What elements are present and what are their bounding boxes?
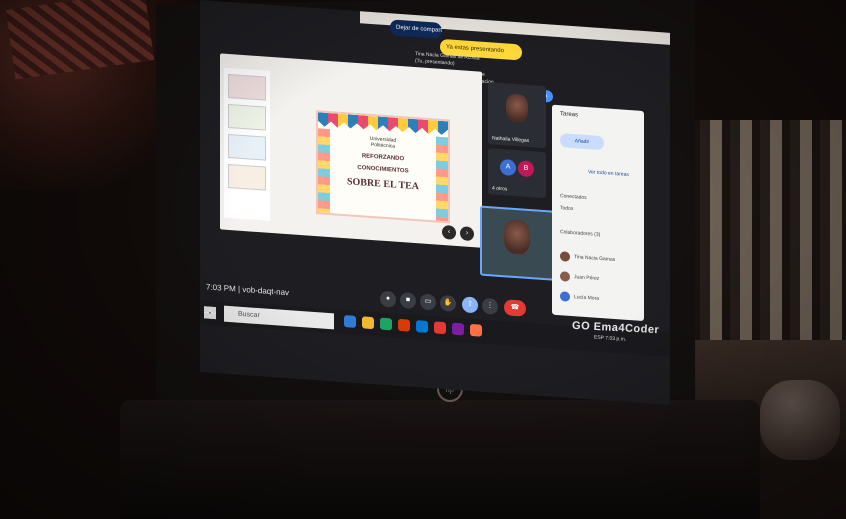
slide-title-line1: REFORZANDO xyxy=(361,153,405,163)
windows-start-icon[interactable] xyxy=(204,306,216,320)
laptop-screen: Dejar de compartir Ya estas presentando … xyxy=(200,0,670,405)
panel-section: Colaboradores (3) xyxy=(560,229,601,238)
office-icon[interactable] xyxy=(398,318,410,332)
panel-section-sub: Todos xyxy=(560,205,574,213)
blurred-object xyxy=(760,380,840,460)
raise-hand-icon[interactable]: ✋ xyxy=(440,294,456,312)
person-name: Tina Nacia Gamas xyxy=(574,254,616,264)
slide-thumbnail[interactable] xyxy=(228,73,266,101)
photo-scene: hp Dejar de compartir Ya estas presentan… xyxy=(0,0,846,519)
edge-icon[interactable] xyxy=(344,315,356,328)
meeting-time-code: 7:03 PM | vob-daqt-nav xyxy=(206,282,290,298)
file-explorer-icon[interactable] xyxy=(362,316,374,330)
avatar xyxy=(560,271,570,282)
avatar xyxy=(560,291,570,302)
app-icon[interactable] xyxy=(434,321,446,335)
slide-decoration xyxy=(318,128,330,214)
slide-title-line3: SOBRE EL TEA xyxy=(346,176,420,193)
camera-icon[interactable]: ■ xyxy=(400,291,416,310)
app-icon[interactable] xyxy=(470,323,482,337)
person-name: Lucía Mora xyxy=(574,294,600,302)
chrome-icon[interactable] xyxy=(380,317,392,331)
participant-name: Nathalia Villegas xyxy=(492,135,530,145)
slide-thumbnail[interactable] xyxy=(228,103,266,131)
panel-title: Tareas xyxy=(560,111,579,119)
avatar xyxy=(560,251,570,262)
shared-presentation: Universidad Politécnica REFORZANDO CONOC… xyxy=(220,53,482,248)
prev-slide-icon[interactable]: ‹ xyxy=(442,224,456,240)
self-face xyxy=(504,219,530,256)
participant-name: 4 otros xyxy=(492,185,508,193)
participant-tile[interactable]: A B 4 otros xyxy=(488,148,546,199)
slide-thumbnail[interactable] xyxy=(228,163,266,191)
person-name: Juan Pérez xyxy=(574,274,600,282)
current-slide: Universidad Politécnica REFORZANDO CONOC… xyxy=(316,110,450,224)
slide-decoration xyxy=(436,136,448,222)
participant-face xyxy=(506,93,528,123)
add-button[interactable]: Añadir xyxy=(560,133,604,151)
participant-tile[interactable]: Nathalia Villegas xyxy=(488,82,546,149)
system-tray: ESP 7:03 p.m. xyxy=(594,334,627,343)
avatar: A xyxy=(500,158,516,177)
side-panel: Tareas Añadir Ver todo en tareas Conecta… xyxy=(552,104,644,322)
mail-icon[interactable] xyxy=(416,320,428,333)
slide-title-line2: CONOCIMIENTOS xyxy=(357,165,409,175)
end-call-icon[interactable]: ☎ xyxy=(504,299,526,317)
panel-link[interactable]: Ver todo en tareas xyxy=(588,169,629,178)
panel-section: Conectados xyxy=(560,193,587,202)
stop-presenting-button[interactable]: Dejar de compartir xyxy=(390,19,442,39)
bunting-decoration xyxy=(318,112,448,135)
slide-thumbnails xyxy=(224,67,270,221)
next-slide-icon[interactable]: › xyxy=(460,226,474,242)
slide-thumbnail[interactable] xyxy=(228,133,266,161)
captions-icon[interactable]: ▭ xyxy=(420,293,436,311)
self-view-tile[interactable] xyxy=(480,205,554,281)
mic-icon[interactable]: ● xyxy=(380,290,396,308)
more-options-icon[interactable]: ⋮ xyxy=(482,297,498,315)
laptop-keyboard xyxy=(120,400,760,519)
slide-brand: Universidad Politécnica xyxy=(369,135,397,150)
taskbar-search-input[interactable]: Buscar xyxy=(224,305,334,330)
present-icon[interactable]: ⇧ xyxy=(462,296,478,314)
avatar: B xyxy=(518,160,534,178)
app-icon[interactable] xyxy=(452,322,464,336)
